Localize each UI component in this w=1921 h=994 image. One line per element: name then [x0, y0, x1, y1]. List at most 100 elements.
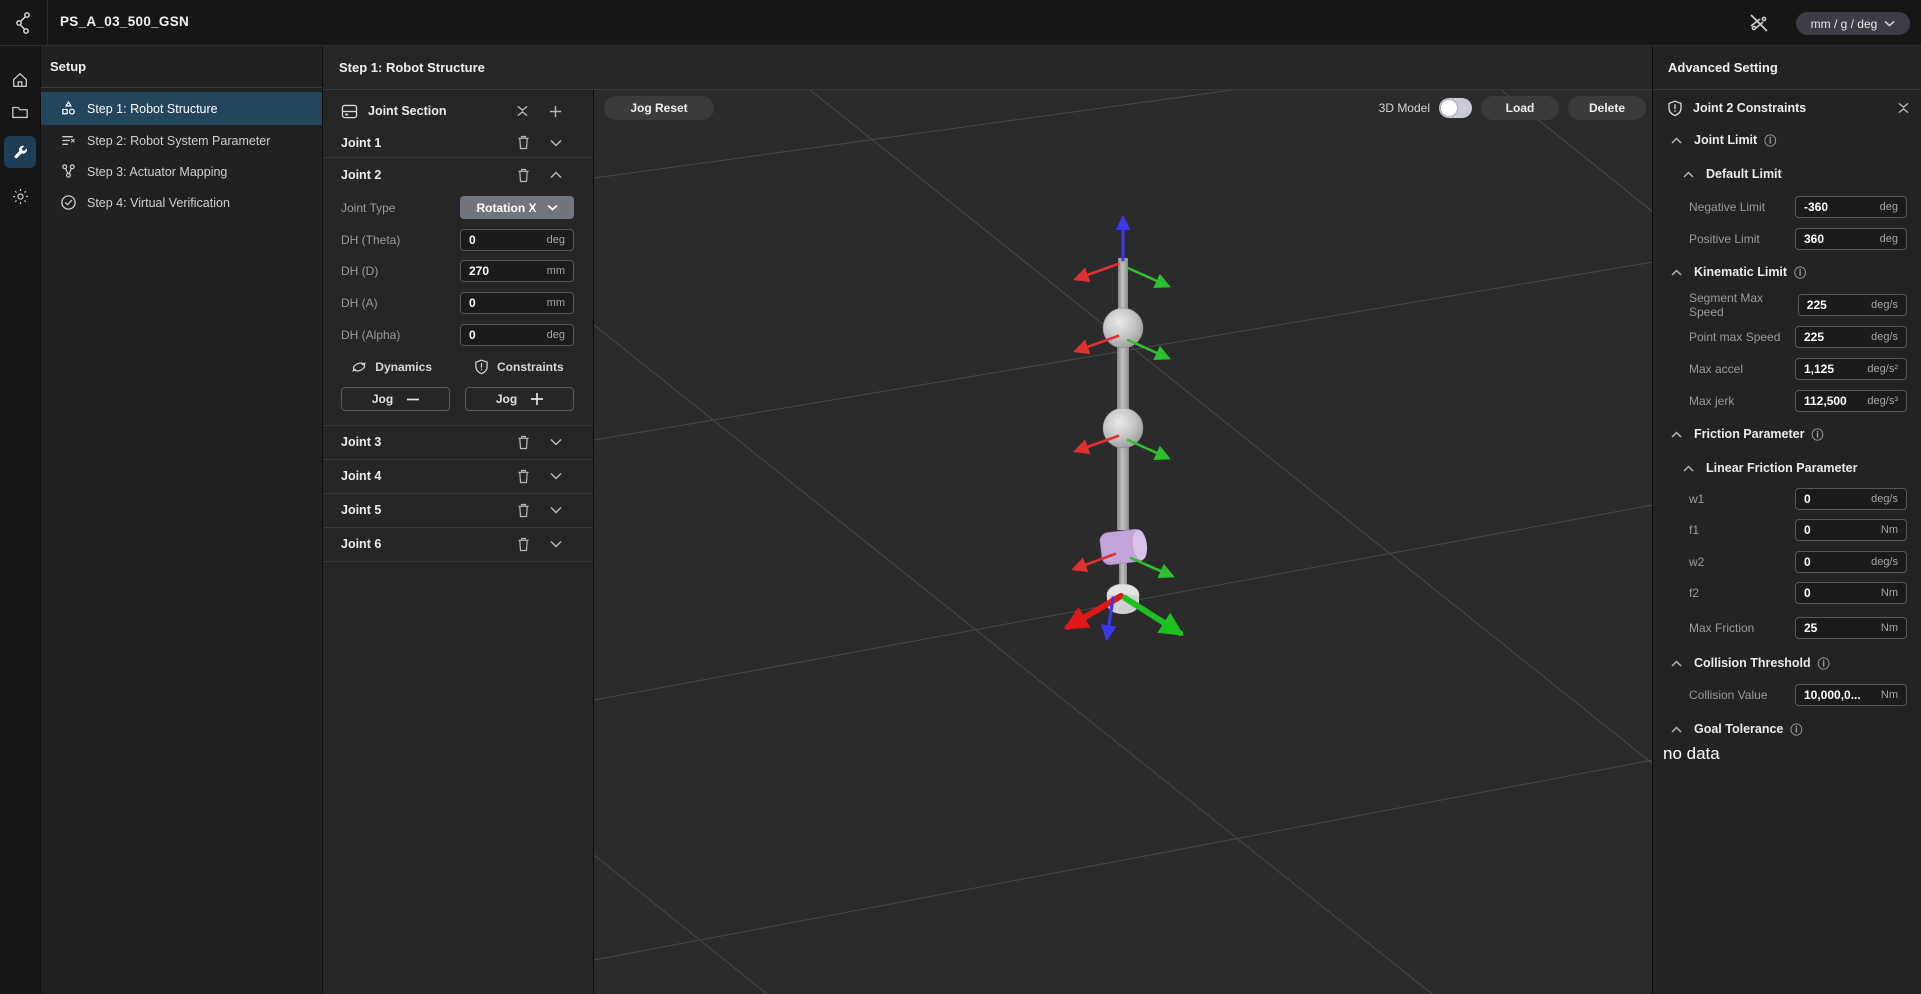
f1-input[interactable]: 0Nm [1795, 519, 1907, 541]
dh-d-input[interactable]: 270mm [460, 260, 574, 282]
chevron-down-icon[interactable] [550, 472, 562, 480]
chevron-up-icon [1671, 137, 1682, 144]
viewport-3d[interactable]: Jog Reset 3D Model Load Delete [593, 90, 1652, 994]
setup-tool-active-tile[interactable] [4, 136, 36, 168]
home-icon[interactable] [0, 64, 40, 96]
advanced-panel: Advanced Setting Joint 2 Constraints Joi… [1652, 46, 1921, 994]
section-default-limit[interactable]: Default Limit [1653, 162, 1921, 186]
dynamics-button[interactable]: Dynamics [351, 359, 432, 375]
w2-input[interactable]: 0deg/s [1795, 551, 1907, 573]
chevron-down-icon[interactable] [550, 506, 562, 514]
info-icon[interactable]: ⓘ [1764, 132, 1776, 149]
negative-limit-input[interactable]: -360deg [1795, 196, 1907, 218]
joint-row-label: Joint 1 [341, 136, 381, 150]
topbar-divider [47, 0, 48, 46]
collapse-all-icon[interactable] [516, 105, 529, 117]
w1-input[interactable]: 0deg/s [1795, 488, 1907, 510]
robot-joint-purple [1099, 528, 1149, 565]
joint-type-select[interactable]: Rotation X [460, 196, 574, 219]
field-label: DH (A) [341, 296, 378, 310]
chevron-up-icon[interactable] [550, 171, 562, 179]
info-icon[interactable]: ⓘ [1790, 721, 1802, 738]
app-logo-icon [13, 11, 33, 35]
section-collision-threshold[interactable]: Collision Thresholdⓘ [1653, 651, 1921, 675]
robot-joint-sphere [1103, 408, 1143, 448]
nav-rail [0, 46, 40, 994]
section-label: Linear Friction Parameter [1706, 461, 1857, 475]
joint-row-1[interactable]: Joint 1 [323, 128, 594, 157]
field-value: 25 [1804, 621, 1817, 635]
info-icon[interactable]: ⓘ [1818, 655, 1830, 672]
section-friction-parameter[interactable]: Friction Parameterⓘ [1653, 422, 1921, 446]
collision-value-input[interactable]: 10,000,0...Nm [1795, 684, 1907, 706]
section-joint-limit[interactable]: Joint Limitⓘ [1653, 128, 1921, 152]
field-label: DH (D) [341, 264, 378, 278]
sidebar-item-step1[interactable]: Step 1: Robot Structure [41, 92, 323, 125]
sidebar-item-step2[interactable]: Step 2: Robot System Parameter [41, 125, 323, 156]
segment-max-speed-row: Segment Max Speed 225deg/s [1653, 294, 1921, 316]
chevron-up-icon [1671, 431, 1682, 438]
delete-joint-icon[interactable] [517, 168, 530, 183]
load-button[interactable]: Load [1481, 96, 1559, 120]
joint-row-6[interactable]: Joint 6 [323, 527, 594, 561]
joint-row-4[interactable]: Joint 4 [323, 459, 594, 493]
w1-row: w1 0deg/s [1653, 488, 1921, 510]
dh-a-input[interactable]: 0mm [460, 292, 574, 314]
collapse-panel-icon[interactable] [1897, 102, 1910, 114]
joint-row-5[interactable]: Joint 5 [323, 493, 594, 527]
max-friction-input[interactable]: 25Nm [1795, 617, 1907, 639]
max-accel-input[interactable]: 1,125deg/s² [1795, 358, 1907, 380]
dh-alpha-input[interactable]: 0deg [460, 324, 574, 346]
delete-joint-icon[interactable] [517, 135, 530, 150]
section-label: Default Limit [1706, 167, 1782, 181]
delete-joint-icon[interactable] [517, 537, 530, 552]
chevron-up-icon [1683, 465, 1694, 472]
chevron-down-icon[interactable] [550, 139, 562, 147]
constraints-button[interactable]: Constraints [474, 359, 564, 375]
f2-input[interactable]: 0Nm [1795, 582, 1907, 604]
field-unit: deg [1880, 201, 1898, 213]
chevron-down-icon[interactable] [550, 540, 562, 548]
section-goal-tolerance[interactable]: Goal Toleranceⓘ [1653, 717, 1921, 741]
disconnected-icon[interactable] [1747, 11, 1771, 35]
shield-exclaim-icon [1667, 100, 1683, 117]
minus-icon [407, 398, 419, 401]
project-title: PS_A_03_500_GSN [60, 14, 189, 29]
section-linear-friction[interactable]: Linear Friction Parameter [1653, 456, 1921, 480]
point-max-speed-input[interactable]: 225deg/s [1795, 326, 1907, 348]
gear-icon[interactable] [0, 180, 40, 212]
dh-theta-input[interactable]: 0deg [460, 229, 574, 251]
field-label: Collision Value [1689, 688, 1768, 702]
shield-exclaim-icon [474, 359, 489, 375]
sidebar-item-step4[interactable]: Step 4: Virtual Verification [41, 187, 323, 218]
joint-row-2[interactable]: Joint 2 [323, 157, 594, 193]
positive-limit-input[interactable]: 360deg [1795, 228, 1907, 250]
field-value: 270 [469, 264, 489, 278]
joint-row-3[interactable]: Joint 3 [323, 425, 594, 459]
delete-button[interactable]: Delete [1568, 96, 1646, 120]
robot-model[interactable] [1099, 258, 1149, 614]
jog-minus-button[interactable]: Jog [341, 387, 450, 411]
field-label: w1 [1689, 492, 1704, 506]
delete-joint-icon[interactable] [517, 469, 530, 484]
chevron-up-icon [1671, 726, 1682, 733]
field-label: DH (Theta) [341, 233, 400, 247]
add-joint-icon[interactable] [549, 105, 562, 118]
info-icon[interactable]: ⓘ [1794, 264, 1806, 281]
unit-selector[interactable]: mm / g / deg [1796, 12, 1910, 35]
section-kinematic-limit[interactable]: Kinematic Limitⓘ [1653, 260, 1921, 284]
max-jerk-input[interactable]: 112,500deg/s³ [1795, 390, 1907, 412]
delete-joint-icon[interactable] [517, 435, 530, 450]
chevron-down-icon[interactable] [550, 438, 562, 446]
field-unit: deg/s [1871, 493, 1898, 505]
jog-plus-button[interactable]: Jog [465, 387, 574, 411]
model-toggle[interactable] [1439, 98, 1472, 118]
info-icon[interactable]: ⓘ [1811, 426, 1823, 443]
field-value: 0 [469, 233, 476, 247]
sidebar-item-step3[interactable]: Step 3: Actuator Mapping [41, 156, 323, 187]
segment-max-speed-input[interactable]: 225deg/s [1798, 294, 1907, 316]
folder-icon[interactable] [0, 96, 40, 128]
jog-reset-button[interactable]: Jog Reset [604, 96, 714, 120]
dh-d-row: DH (D) 270mm [323, 260, 594, 282]
delete-joint-icon[interactable] [517, 503, 530, 518]
